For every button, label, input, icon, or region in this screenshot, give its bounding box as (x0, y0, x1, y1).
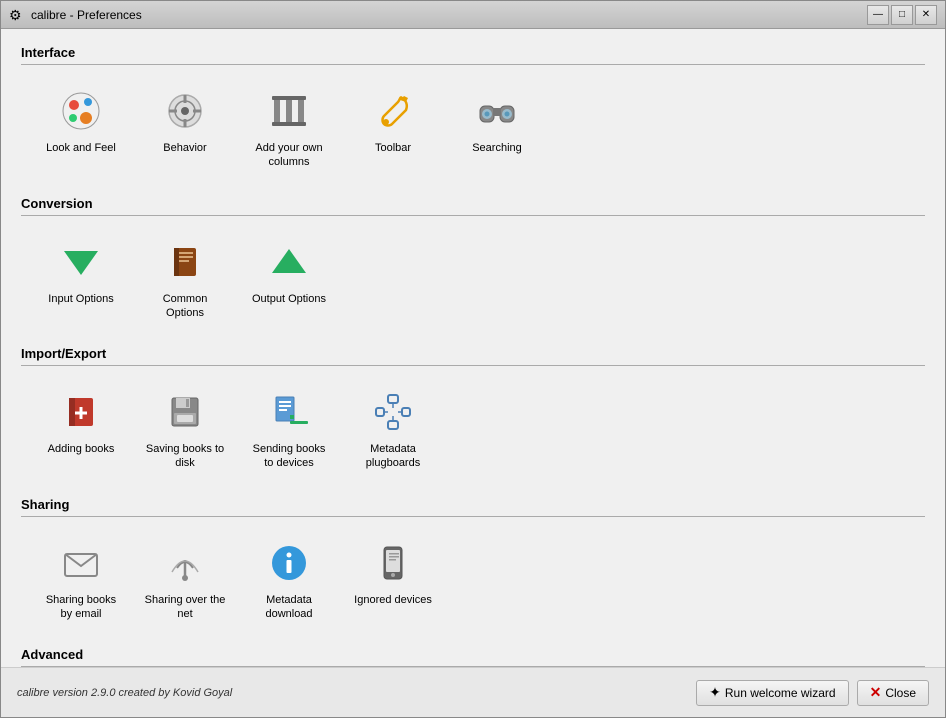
footer-buttons: ✦ Run welcome wizard ✕ Close (696, 680, 929, 706)
input-options-label: Input Options (48, 292, 113, 306)
ignored-devices-icon (369, 539, 417, 587)
pref-sharing-net[interactable]: Sharing over the net (135, 529, 235, 630)
add-columns-label: Add your own columns (247, 141, 331, 170)
behavior-icon (161, 87, 209, 135)
pref-behavior[interactable]: Behavior (135, 77, 235, 178)
conversion-section-title: Conversion (21, 196, 925, 211)
add-columns-icon (265, 87, 313, 135)
footer: calibre version 2.9.0 created by Kovid G… (1, 667, 945, 717)
pref-output-options[interactable]: Output Options (239, 228, 339, 329)
toolbar-icon (369, 87, 417, 135)
pref-metadata-plugboards[interactable]: Metadata plugboards (343, 378, 443, 479)
pref-ignored-devices[interactable]: Ignored devices (343, 529, 443, 630)
sending-books-label: Sending books to devices (247, 442, 331, 471)
pref-saving-books-to-disk[interactable]: Saving books to disk (135, 378, 235, 479)
look-feel-label: Look and Feel (46, 141, 116, 155)
star-icon: ✦ (709, 684, 721, 701)
advanced-section: Advanced Plugins (21, 647, 925, 667)
app-icon: ⚙ (9, 7, 25, 23)
look-feel-icon (57, 87, 105, 135)
output-options-label: Output Options (252, 292, 326, 306)
advanced-section-title: Advanced (21, 647, 925, 662)
sharing-net-icon (161, 539, 209, 587)
interface-section: Interface Look and Feel (21, 45, 925, 178)
metadata-plugboards-icon (369, 388, 417, 436)
status-text: calibre version 2.9.0 created by Kovid G… (17, 687, 696, 699)
interface-section-title: Interface (21, 45, 925, 60)
sharing-email-label: Sharing books by email (39, 593, 123, 622)
run-wizard-button[interactable]: ✦ Run welcome wizard (696, 680, 848, 706)
sending-books-icon (265, 388, 313, 436)
window-title: calibre - Preferences (31, 8, 867, 22)
close-button-footer[interactable]: ✕ Close (857, 680, 929, 706)
pref-adding-books[interactable]: Adding books (31, 378, 131, 479)
saving-books-icon (161, 388, 209, 436)
close-x-icon: ✕ (870, 684, 882, 701)
close-button[interactable]: ✕ (915, 5, 937, 25)
pref-input-options[interactable]: Input Options (31, 228, 131, 329)
sharing-section-title: Sharing (21, 497, 925, 512)
output-options-icon (265, 238, 313, 286)
pref-add-columns[interactable]: Add your own columns (239, 77, 339, 178)
adding-books-label: Adding books (48, 442, 115, 456)
input-options-icon (57, 238, 105, 286)
import-export-items: Adding books Saving books to disk (21, 378, 925, 479)
metadata-download-icon (265, 539, 313, 587)
pref-sending-books[interactable]: Sending books to devices (239, 378, 339, 479)
sharing-items: Sharing books by email Sharing over the … (21, 529, 925, 630)
saving-books-label: Saving books to disk (143, 442, 227, 471)
sharing-section: Sharing Sharing books by email (21, 497, 925, 630)
preferences-content: Interface Look and Feel (1, 29, 945, 667)
window-controls: — □ ✕ (867, 5, 937, 25)
metadata-download-label: Metadata download (247, 593, 331, 622)
pref-common-options[interactable]: Common Options (135, 228, 235, 329)
pref-look-and-feel[interactable]: Look and Feel (31, 77, 131, 178)
searching-icon (473, 87, 521, 135)
titlebar: ⚙ calibre - Preferences — □ ✕ (1, 1, 945, 29)
sharing-email-icon (57, 539, 105, 587)
ignored-devices-label: Ignored devices (354, 593, 432, 607)
pref-sharing-email[interactable]: Sharing books by email (31, 529, 131, 630)
conversion-section: Conversion Input Options (21, 196, 925, 329)
behavior-label: Behavior (163, 141, 206, 155)
import-export-divider (21, 365, 925, 366)
sharing-divider (21, 516, 925, 517)
metadata-plugboards-label: Metadata plugboards (351, 442, 435, 471)
pref-searching[interactable]: Searching (447, 77, 547, 178)
common-options-icon (161, 238, 209, 286)
interface-items: Look and Feel Beha (21, 77, 925, 178)
searching-label: Searching (472, 141, 522, 155)
conversion-items: Input Options Common Options (21, 228, 925, 329)
common-options-label: Common Options (143, 292, 227, 321)
minimize-button[interactable]: — (867, 5, 889, 25)
pref-toolbar[interactable]: Toolbar (343, 77, 443, 178)
import-export-section: Import/Export Adding books (21, 346, 925, 479)
pref-metadata-download[interactable]: Metadata download (239, 529, 339, 630)
adding-books-icon (57, 388, 105, 436)
sharing-net-label: Sharing over the net (143, 593, 227, 622)
conversion-divider (21, 215, 925, 216)
import-export-section-title: Import/Export (21, 346, 925, 361)
toolbar-label: Toolbar (375, 141, 411, 155)
interface-divider (21, 64, 925, 65)
maximize-button[interactable]: □ (891, 5, 913, 25)
main-window: ⚙ calibre - Preferences — □ ✕ Interface (0, 0, 946, 718)
